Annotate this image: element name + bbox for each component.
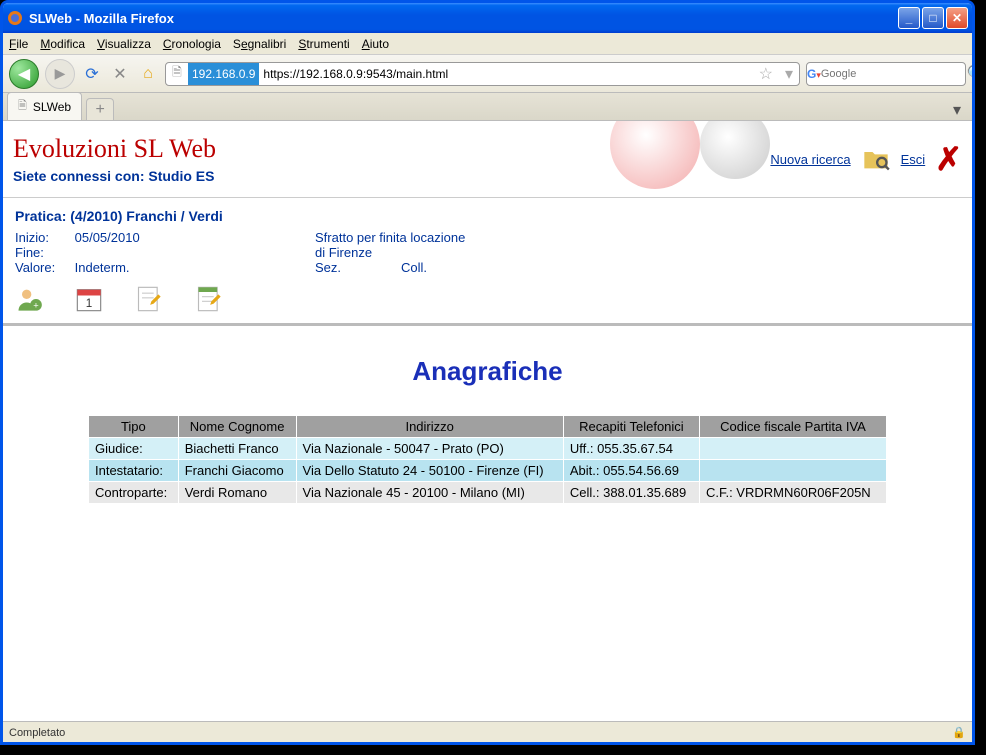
tab-slweb[interactable]: 🗎 SLWeb	[7, 92, 82, 120]
case-desc-1: Sfratto per finita locazione	[315, 230, 555, 245]
user-icon[interactable]: +	[15, 285, 43, 313]
cell-nome: Biachetti Franco	[178, 438, 296, 460]
page-content: Evoluzioni SL Web Siete connessi con: St…	[3, 121, 972, 721]
brand-title: Evoluzioni SL Web	[13, 134, 590, 164]
th-nome: Nome Cognome	[178, 416, 296, 438]
coll-label: Coll.	[401, 260, 427, 275]
th-tipo: Tipo	[89, 416, 179, 438]
menu-bookmarks[interactable]: Segnalibri	[233, 37, 286, 51]
case-title: Pratica: (4/2010) Franchi / Verdi	[15, 208, 960, 224]
case-col-left: Inizio: 05/05/2010 Fine: Valore: Indeter…	[15, 230, 255, 275]
table-row[interactable]: Giudice: Biachetti Franco Via Nazionale …	[89, 438, 887, 460]
action-icons: + 1	[15, 285, 960, 313]
cell-cf	[699, 460, 886, 482]
cell-tipo: Intestatario:	[89, 460, 179, 482]
cell-recapiti: Uff.: 055.35.67.54	[563, 438, 699, 460]
reload-button[interactable]: ⟳	[81, 63, 103, 85]
svg-text:1: 1	[86, 297, 92, 310]
browser-window: SLWeb - Mozilla Firefox _ □ ✕ File Modif…	[0, 0, 975, 745]
status-text: Completato	[9, 727, 65, 739]
anagrafiche-table: Tipo Nome Cognome Indirizzo Recapiti Tel…	[88, 415, 887, 504]
cell-recapiti: Abit.: 055.54.56.69	[563, 460, 699, 482]
tab-label: SLWeb	[33, 100, 71, 114]
connected-label: Siete connessi con: Studio ES	[13, 168, 590, 184]
table-row[interactable]: Controparte: Verdi Romano Via Nazionale …	[89, 482, 887, 504]
folder-search-icon[interactable]	[861, 144, 891, 174]
section-title: Anagrafiche	[88, 356, 887, 387]
valore-value: Indeterm.	[75, 260, 130, 275]
menu-view[interactable]: Visualizza	[97, 37, 151, 51]
edit-note-icon[interactable]	[135, 285, 163, 313]
tab-bar: 🗎 SLWeb + ▾	[3, 93, 972, 121]
url-bar[interactable]: 🗎 192.168.0.9 ☆ ▾	[165, 62, 800, 86]
cell-cf	[699, 438, 886, 460]
minimize-button[interactable]: _	[898, 7, 920, 29]
firefox-icon	[7, 10, 23, 26]
list-tabs-button[interactable]: ▾	[946, 100, 968, 120]
fine-label: Fine:	[15, 245, 71, 260]
svg-text:+: +	[33, 300, 38, 310]
header-links: Nuova ricerca Esci ✗	[770, 140, 962, 178]
cell-indirizzo: Via Nazionale - 50047 - Prato (PO)	[296, 438, 563, 460]
inizio-label: Inizio:	[15, 230, 71, 245]
bookmark-star-icon[interactable]: ☆	[753, 64, 779, 84]
app-header: Evoluzioni SL Web Siete connessi con: St…	[3, 121, 972, 198]
url-ip-badge: 192.168.0.9	[188, 63, 259, 85]
back-button[interactable]: ◀	[9, 59, 39, 89]
menu-help[interactable]: Aiuto	[362, 37, 389, 51]
cell-nome: Verdi Romano	[178, 482, 296, 504]
search-box[interactable]: G▾ 🔍	[806, 62, 966, 86]
exit-icon[interactable]: ✗	[935, 140, 962, 178]
home-button[interactable]: ⌂	[137, 63, 159, 85]
search-input[interactable]	[821, 68, 963, 80]
window-controls: _ □ ✕	[898, 7, 968, 29]
menu-tools[interactable]: Strumenti	[298, 37, 349, 51]
th-recapiti: Recapiti Telefonici	[563, 416, 699, 438]
status-bar: Completato 🔒	[3, 721, 972, 743]
inizio-value: 05/05/2010	[75, 230, 140, 245]
header-decoration	[590, 129, 770, 189]
url-input[interactable]	[259, 63, 752, 85]
forward-button[interactable]: ▶	[45, 59, 75, 89]
edit-list-icon[interactable]	[195, 285, 223, 313]
table-row[interactable]: Intestatario: Franchi Giacomo Via Dello …	[89, 460, 887, 482]
case-col-right: Sfratto per finita locazione di Firenze …	[315, 230, 555, 275]
sez-label: Sez.	[315, 260, 341, 275]
maximize-button[interactable]: □	[922, 7, 944, 29]
cell-recapiti: Cell.: 388.01.35.689	[563, 482, 699, 504]
page-icon: 🗎	[166, 63, 188, 85]
menu-history[interactable]: Cronologia	[163, 37, 221, 51]
valore-label: Valore:	[15, 260, 71, 275]
menu-edit[interactable]: Modifica	[40, 37, 85, 51]
url-dropdown-icon[interactable]: ▾	[779, 64, 799, 84]
th-cf: Codice fiscale Partita IVA	[699, 416, 886, 438]
cell-tipo: Controparte:	[89, 482, 179, 504]
cell-indirizzo: Via Dello Statuto 24 - 50100 - Firenze (…	[296, 460, 563, 482]
calendar-icon[interactable]: 1	[75, 285, 103, 313]
nuova-ricerca-link[interactable]: Nuova ricerca	[770, 152, 850, 167]
window-title: SLWeb - Mozilla Firefox	[29, 11, 898, 26]
tab-page-icon: 🗎	[18, 97, 27, 116]
cell-indirizzo: Via Nazionale 45 - 20100 - Milano (MI)	[296, 482, 563, 504]
table-header-row: Tipo Nome Cognome Indirizzo Recapiti Tel…	[89, 416, 887, 438]
google-icon: G▾	[807, 67, 821, 81]
new-tab-button[interactable]: +	[86, 98, 114, 120]
menu-file[interactable]: File	[9, 37, 28, 51]
close-button[interactable]: ✕	[946, 7, 968, 29]
menubar: File Modifica Visualizza Cronologia Segn…	[3, 33, 972, 55]
case-desc-2: di Firenze	[315, 245, 555, 260]
esci-link[interactable]: Esci	[901, 152, 926, 167]
th-indirizzo: Indirizzo	[296, 416, 563, 438]
cell-nome: Franchi Giacomo	[178, 460, 296, 482]
titlebar: SLWeb - Mozilla Firefox _ □ ✕	[3, 3, 972, 33]
stop-button[interactable]: ✕	[109, 63, 131, 85]
main-section: Anagrafiche Tipo Nome Cognome Indirizzo …	[3, 326, 972, 534]
search-icon[interactable]: 🔍	[963, 64, 975, 84]
toolbar: ◀ ▶ ⟳ ✕ ⌂ 🗎 192.168.0.9 ☆ ▾ G▾ 🔍	[3, 55, 972, 93]
cell-tipo: Giudice:	[89, 438, 179, 460]
cell-cf: C.F.: VRDRMN60R06F205N	[699, 482, 886, 504]
lock-icon: 🔒	[952, 726, 966, 739]
header-left: Evoluzioni SL Web Siete connessi con: St…	[13, 134, 590, 184]
case-info: Pratica: (4/2010) Franchi / Verdi Inizio…	[3, 198, 972, 326]
